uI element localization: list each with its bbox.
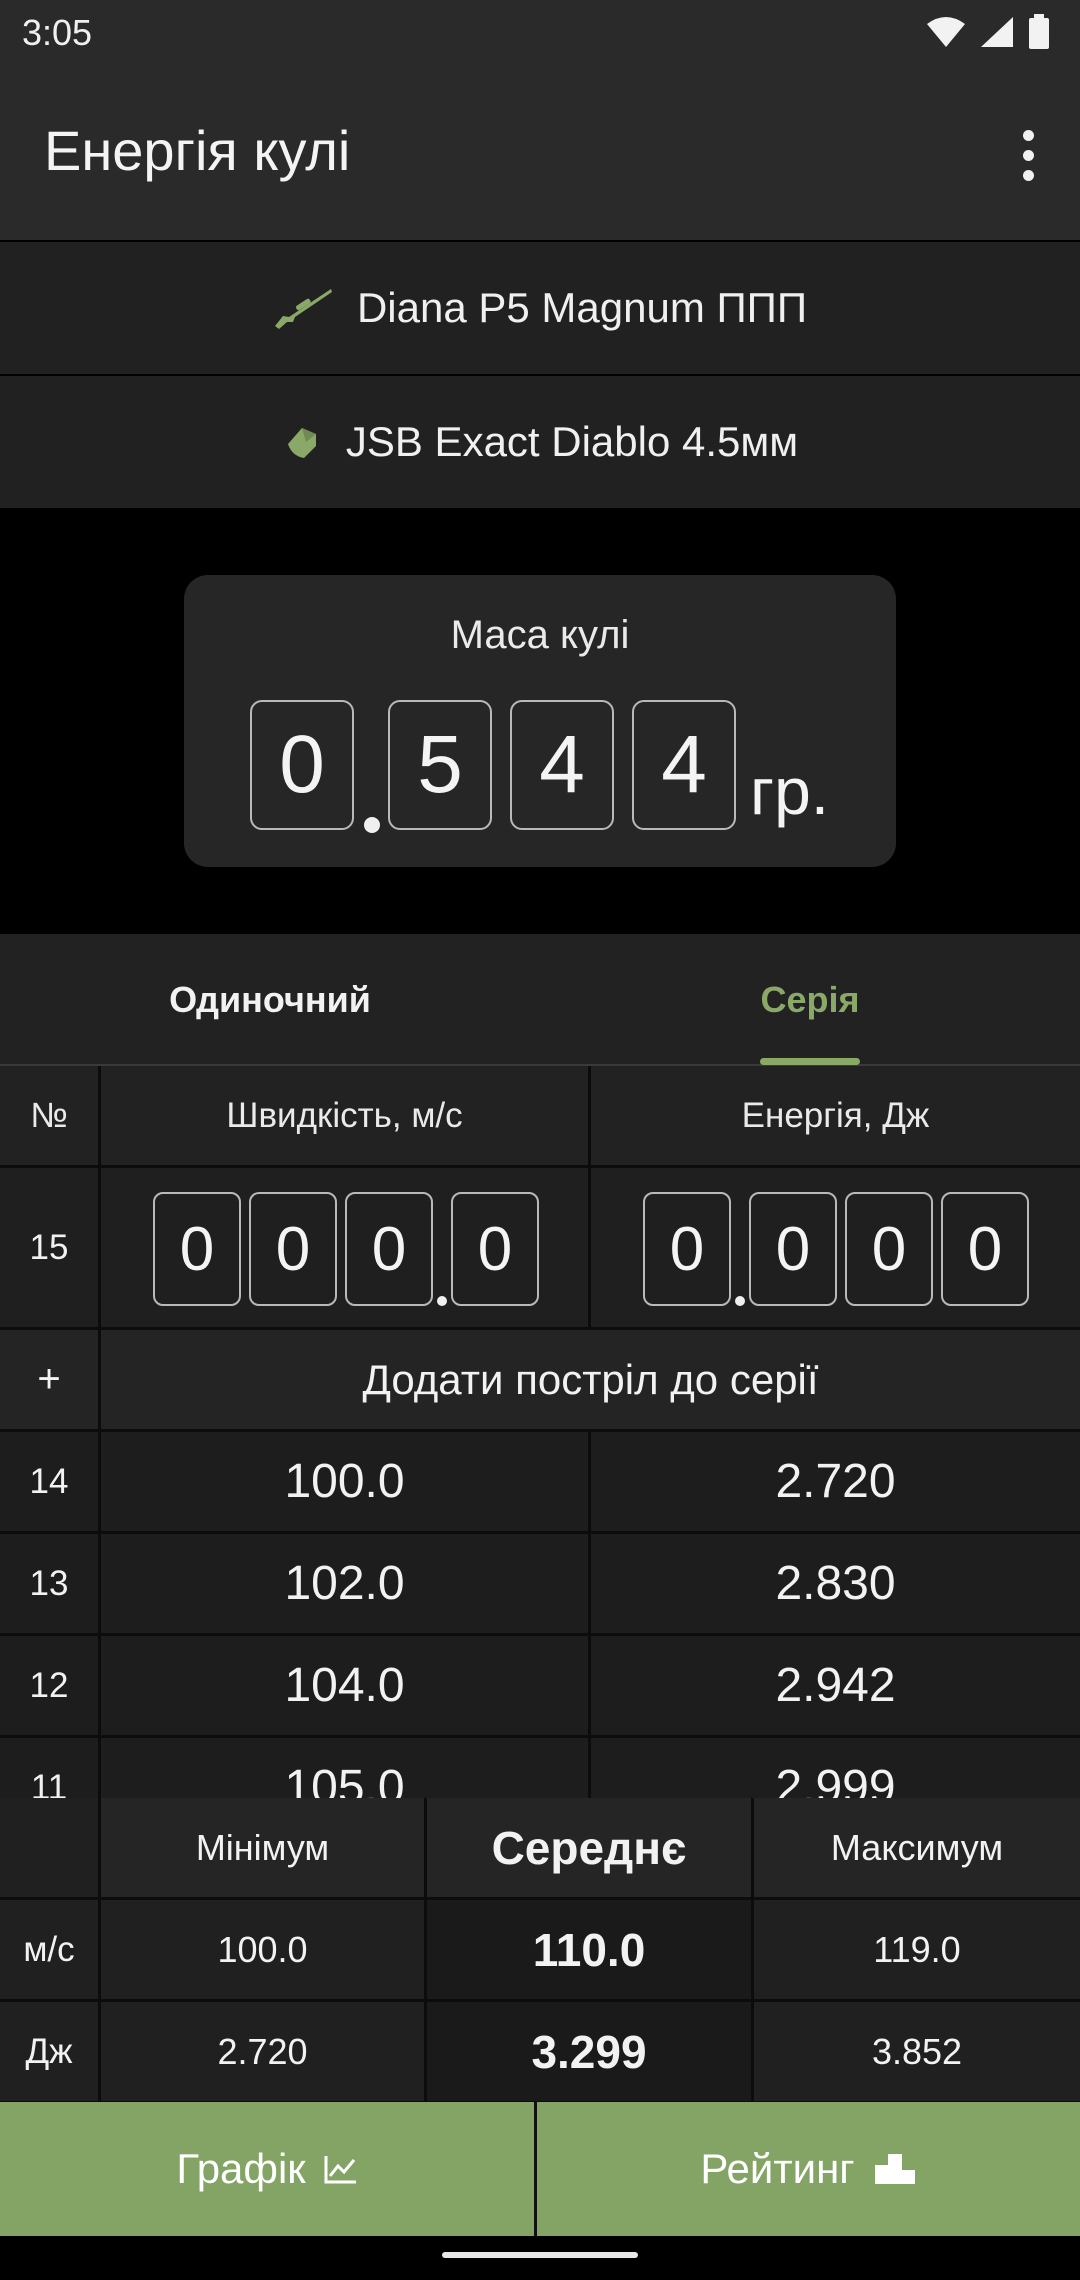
summary-header: Мінімум Середнє Максимум	[0, 1798, 1080, 1900]
energy-digit[interactable]: 0	[941, 1192, 1029, 1306]
mode-tabs: Одиночний Серія	[0, 934, 1080, 1066]
table-row[interactable]: 14 100.0 2.720	[0, 1432, 1080, 1534]
mass-unit: гр.	[750, 754, 830, 828]
decimal-point	[364, 817, 380, 833]
chart-line-icon	[324, 2156, 356, 2184]
row-number: 14	[0, 1432, 101, 1534]
shot-number: 15	[0, 1168, 101, 1330]
table-header: № Швидкість, м/с Енергія, Дж	[0, 1066, 1080, 1168]
graph-button[interactable]: Графік	[0, 2102, 537, 2236]
summary-corner	[0, 1798, 101, 1900]
mass-area: Маса кулі 0 5 4 4 гр.	[0, 508, 1080, 934]
header-energy: Енергія, Дж	[591, 1066, 1080, 1168]
gun-name: Diana P5 Magnum ППП	[356, 284, 808, 331]
status-icons	[926, 14, 1050, 50]
summary-min: 2.720	[101, 2002, 427, 2104]
mass-digit[interactable]: 5	[388, 700, 492, 830]
row-energy: 2.720	[591, 1432, 1080, 1534]
velocity-digit[interactable]: 0	[153, 1192, 241, 1306]
mass-digit[interactable]: 4	[510, 700, 614, 830]
wifi-icon	[927, 17, 965, 47]
pellet-selector[interactable]: JSB Exact Diablo 4.5мм	[0, 376, 1080, 508]
battery-icon	[1029, 14, 1049, 49]
home-handle[interactable]	[442, 2252, 638, 2258]
status-bar: 3:05	[0, 0, 1080, 66]
summary-row-energy: Дж 2.720 3.299 3.852	[0, 2002, 1080, 2104]
summary-table: Мінімум Середнє Максимум м/с 100.0 110.0…	[0, 1798, 1080, 2104]
summary-row-velocity: м/с 100.0 110.0 119.0	[0, 1900, 1080, 2002]
row-energy: 2.830	[591, 1534, 1080, 1636]
pellet-icon	[287, 428, 316, 458]
rating-button[interactable]: Рейтинг	[537, 2102, 1080, 2236]
add-shot-row[interactable]: + Додати постріл до серії	[0, 1330, 1080, 1432]
mass-title: Маса кулі	[450, 613, 630, 657]
table-row[interactable]: 12 104.0 2.942	[0, 1636, 1080, 1738]
summary-min-header: Мінімум	[101, 1798, 427, 1900]
podium-icon	[874, 2154, 915, 2184]
bottom-actions: Графік Рейтинг	[0, 2102, 1080, 2236]
input-row: 15 0 0 0 0 0 0 0 0	[0, 1168, 1080, 1330]
row-velocity: 102.0	[101, 1534, 591, 1636]
page-title: Енергія кулі	[44, 119, 351, 182]
rating-button-label: Рейтинг	[700, 2145, 855, 2192]
decimal-point	[735, 1296, 745, 1306]
system-nav-bar	[0, 2236, 1080, 2280]
summary-unit: м/с	[0, 1900, 101, 2002]
velocity-digit[interactable]: 0	[451, 1192, 539, 1306]
header-velocity: Швидкість, м/с	[101, 1066, 591, 1168]
row-number: 12	[0, 1636, 101, 1738]
decimal-point	[437, 1296, 447, 1306]
energy-digit[interactable]: 0	[845, 1192, 933, 1306]
row-energy: 2.999	[591, 1738, 1080, 1798]
row-number: 11	[0, 1738, 101, 1798]
summary-avg-header: Середнє	[427, 1798, 754, 1900]
energy-input: 0 0 0 0	[591, 1168, 1080, 1330]
summary-max: 119.0	[754, 1900, 1080, 2002]
more-vert-icon[interactable]	[1000, 120, 1056, 190]
pellet-name: JSB Exact Diablo 4.5мм	[345, 418, 799, 465]
row-energy: 2.942	[591, 1636, 1080, 1738]
mass-digit[interactable]: 0	[250, 700, 354, 830]
status-time: 3:05	[22, 12, 93, 53]
summary-avg: 3.299	[427, 2002, 754, 2104]
summary-unit: Дж	[0, 2002, 101, 2104]
row-velocity: 105.0	[101, 1738, 591, 1798]
energy-digit[interactable]: 0	[749, 1192, 837, 1306]
add-shot-button[interactable]: Додати постріл до серії	[101, 1330, 1080, 1432]
graph-button-label: Графік	[176, 2145, 306, 2192]
gun-selector[interactable]: Diana P5 Magnum ППП	[0, 242, 1080, 374]
velocity-digit[interactable]: 0	[249, 1192, 337, 1306]
signal-icon	[981, 17, 1013, 47]
table-row[interactable]: 13 102.0 2.830	[0, 1534, 1080, 1636]
velocity-input: 0 0 0 0	[101, 1168, 591, 1330]
app-bar: Енергія кулі	[0, 66, 1080, 240]
rifle-icon	[274, 289, 332, 329]
tab-indicator	[760, 1058, 860, 1065]
tab-series[interactable]: Серія	[540, 934, 1080, 1066]
summary-max-header: Максимум	[754, 1798, 1080, 1900]
velocity-digit[interactable]: 0	[345, 1192, 433, 1306]
add-icon[interactable]: +	[0, 1330, 101, 1432]
energy-digit[interactable]: 0	[643, 1192, 731, 1306]
tab-single[interactable]: Одиночний	[0, 934, 540, 1066]
summary-max: 3.852	[754, 2002, 1080, 2104]
summary-avg: 110.0	[427, 1900, 754, 2002]
table-row[interactable]: 11 105.0 2.999	[0, 1738, 1080, 1798]
row-velocity: 104.0	[101, 1636, 591, 1738]
summary-min: 100.0	[101, 1900, 427, 2002]
mass-card: Маса кулі 0 5 4 4 гр.	[184, 575, 896, 867]
row-number: 13	[0, 1534, 101, 1636]
row-velocity: 100.0	[101, 1432, 591, 1534]
mass-digit[interactable]: 4	[632, 700, 736, 830]
header-number: №	[0, 1066, 101, 1168]
